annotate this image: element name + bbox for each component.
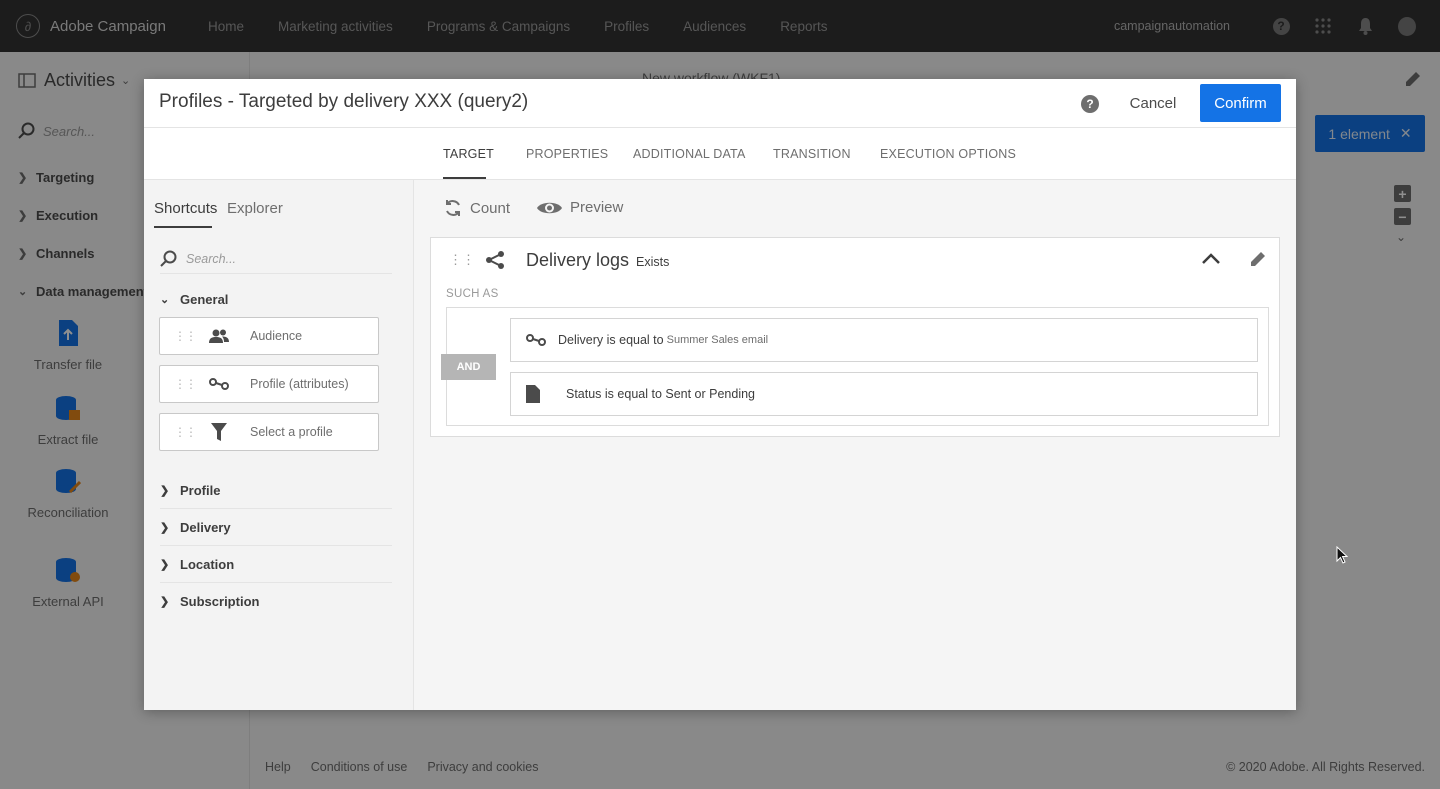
section-profile[interactable]: ❯ Profile	[160, 483, 392, 509]
filter-icon	[204, 423, 234, 441]
refresh-icon	[444, 199, 462, 217]
shortcut-audience[interactable]: ⋮⋮ Audience	[159, 317, 379, 355]
rule-text: Status is equal to Sent or Pending	[566, 387, 756, 401]
modal-tabs: TARGET PROPERTIES ADDITIONAL DATA TRANSI…	[144, 128, 1296, 180]
drag-handle-icon[interactable]: ⋮⋮	[174, 425, 197, 439]
shortcut-label: Profile (attributes)	[250, 377, 349, 391]
eye-icon	[537, 200, 562, 216]
chevron-right-icon: ❯	[160, 596, 170, 608]
section-label: General	[180, 292, 229, 307]
preview-button[interactable]: Preview	[537, 199, 623, 216]
count-button[interactable]: Count	[444, 199, 510, 217]
sub-conditions: AND Delivery is equal to Summer Sales em…	[441, 307, 1269, 426]
shortcut-label: Select a profile	[250, 425, 333, 439]
tab-additional-data[interactable]: ADDITIONAL DATA	[633, 147, 746, 161]
collapse-icon[interactable]	[1201, 252, 1221, 270]
link-icon	[204, 378, 234, 390]
chevron-down-icon: ⌄	[160, 294, 170, 306]
chevron-right-icon: ❯	[160, 485, 170, 497]
tab-properties[interactable]: PROPERTIES	[526, 147, 608, 161]
tab-transition[interactable]: TRANSITION	[773, 147, 851, 161]
modal-title: Profiles - Targeted by delivery XXX (que…	[159, 91, 529, 112]
shortcut-select-profile[interactable]: ⋮⋮ Select a profile	[159, 413, 379, 451]
rule-text: Delivery is equal to	[558, 333, 664, 347]
chevron-right-icon: ❯	[160, 522, 170, 534]
shortcut-profile-attributes[interactable]: ⋮⋮ Profile (attributes)	[159, 365, 379, 403]
section-label: Subscription	[180, 594, 260, 609]
link-icon	[526, 334, 552, 346]
condition-operator: Exists	[636, 255, 670, 269]
edit-condition-pencil-icon[interactable]	[1249, 250, 1267, 273]
tab-shortcuts[interactable]: Shortcuts	[154, 200, 217, 217]
drag-handle-icon[interactable]: ⋮⋮	[174, 329, 197, 343]
drag-handle-icon[interactable]: ⋮⋮	[174, 377, 197, 391]
audience-icon	[204, 329, 234, 343]
section-label: Profile	[180, 483, 221, 498]
section-label: Delivery	[180, 520, 231, 535]
section-location[interactable]: ❯ Location	[160, 557, 392, 583]
section-general[interactable]: ⌄ General	[160, 292, 392, 307]
tab-execution-options[interactable]: EXECUTION OPTIONS	[880, 147, 1016, 161]
chevron-right-icon: ❯	[160, 559, 170, 571]
section-label: Location	[180, 557, 235, 572]
count-label: Count	[470, 199, 511, 217]
rule-status[interactable]: Status is equal to Sent or Pending	[510, 372, 1258, 416]
help-icon[interactable]: ?	[1081, 95, 1099, 113]
such-as-label: SUCH AS	[446, 288, 499, 300]
share-icon	[485, 250, 505, 275]
mouse-cursor-icon	[1336, 545, 1349, 569]
tab-target[interactable]: TARGET	[443, 147, 494, 161]
section-subscription[interactable]: ❯ Subscription	[160, 594, 392, 609]
shortcut-label: Audience	[250, 329, 303, 343]
palette-search-placeholder: Search...	[186, 251, 237, 266]
confirm-button[interactable]: Confirm	[1200, 84, 1281, 122]
rule-value: Summer Sales email	[666, 334, 769, 346]
section-delivery[interactable]: ❯ Delivery	[160, 520, 392, 546]
condition-block: ⋮⋮ Delivery logs Exists SUCH AS AND Deli…	[430, 237, 1280, 437]
palette-search-input[interactable]: Search...	[160, 244, 392, 274]
condition-title: Delivery logs	[526, 250, 630, 270]
search-icon	[160, 250, 177, 267]
active-tab-indicator	[443, 177, 486, 179]
active-palette-tab-indicator	[154, 226, 212, 228]
query-modal: Profiles - Targeted by delivery XXX (que…	[144, 79, 1296, 710]
rule-delivery[interactable]: Delivery is equal to Summer Sales email	[510, 318, 1258, 362]
query-workspace: Count Preview ⋮⋮ Delivery logs Exists SU…	[414, 180, 1296, 710]
cancel-button[interactable]: Cancel	[1118, 85, 1188, 121]
and-operator-badge[interactable]: AND	[441, 354, 496, 380]
document-icon	[526, 385, 552, 403]
modal-header: Profiles - Targeted by delivery XXX (que…	[144, 79, 1296, 128]
tab-explorer[interactable]: Explorer	[227, 200, 283, 217]
preview-label: Preview	[570, 199, 624, 216]
drag-handle-icon[interactable]: ⋮⋮	[449, 252, 475, 268]
palette-panel: Shortcuts Explorer Search... ⌄ General ⋮⋮…	[144, 180, 414, 710]
